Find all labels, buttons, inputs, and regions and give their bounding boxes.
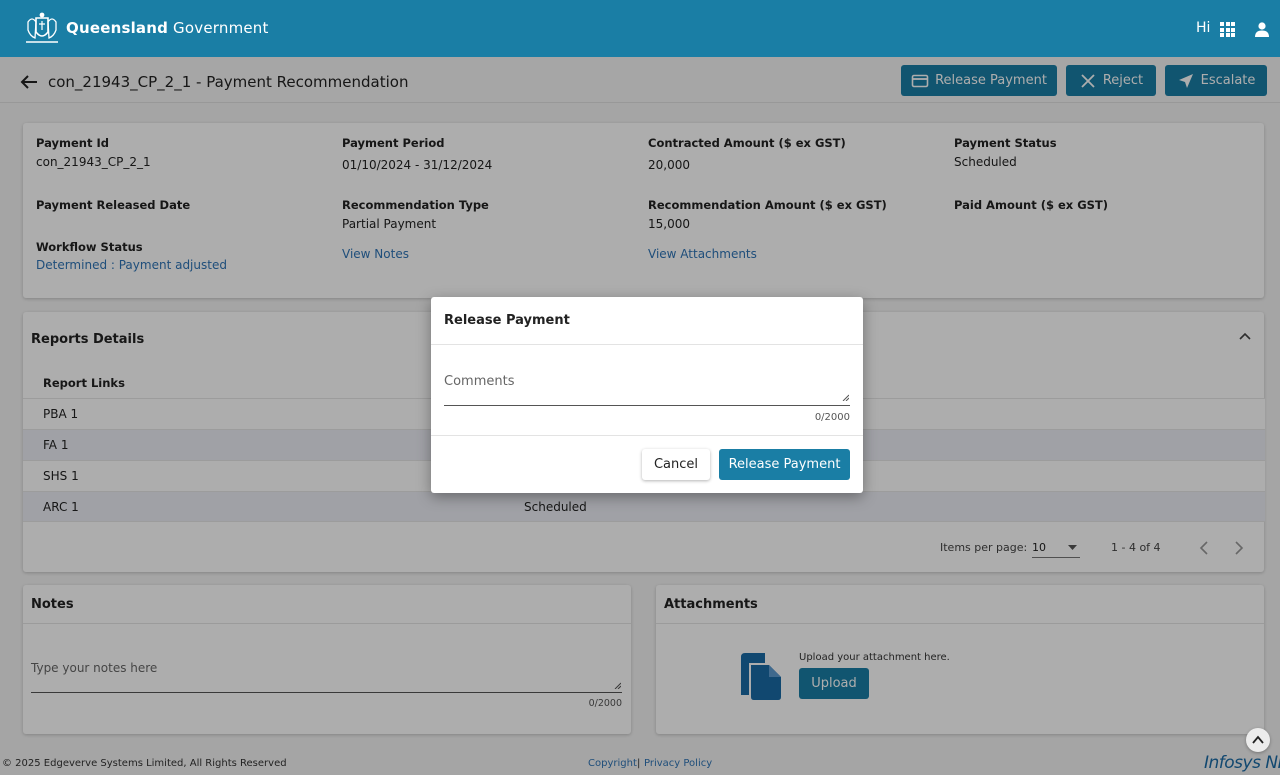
top-bar: Queensland Government Hi [0,0,1280,57]
dialog-title: Release Payment [444,313,570,328]
comments-textarea[interactable]: Comments [444,367,850,405]
divider [431,435,863,436]
divider [431,344,863,345]
greeting: Hi [1196,20,1211,36]
resize-handle-icon[interactable] [842,394,849,401]
coat-of-arms-logo [26,12,58,43]
user-icon[interactable] [1254,21,1270,37]
apps-grid-icon[interactable] [1220,22,1235,37]
release-payment-dialog: Release Payment Comments 0/2000 Cancel R… [431,297,863,493]
comments-underline [444,405,850,406]
comments-counter: 0/2000 [814,412,850,423]
cancel-button[interactable]: Cancel [642,449,710,480]
scroll-top-button[interactable] [1246,728,1270,752]
brand-name: Queensland Government [66,19,269,37]
chevron-up-icon [1252,735,1264,744]
confirm-release-payment-button[interactable]: Release Payment [719,449,850,480]
